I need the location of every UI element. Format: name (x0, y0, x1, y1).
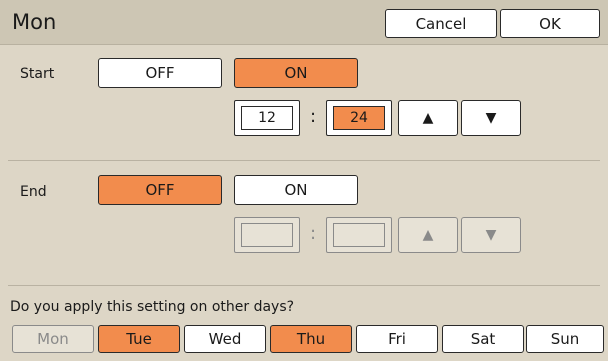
end-off-button[interactable]: OFF (98, 175, 222, 205)
cancel-button[interactable]: Cancel (385, 9, 497, 38)
end-hour-field (234, 217, 300, 253)
day-button-mon: Mon (12, 325, 94, 353)
section-divider (8, 160, 600, 161)
ok-button[interactable]: OK (500, 9, 600, 38)
end-down-button: ▼ (461, 217, 521, 253)
start-hour-field[interactable]: 12 (234, 100, 300, 136)
down-triangle-icon: ▼ (485, 110, 497, 126)
end-label: End (20, 184, 47, 200)
up-triangle-icon: ▲ (422, 227, 434, 243)
day-button-fri[interactable]: Fri (356, 325, 438, 353)
down-triangle-icon: ▼ (485, 227, 497, 243)
start-up-button[interactable]: ▲ (398, 100, 458, 136)
start-on-button[interactable]: ON (234, 58, 358, 88)
up-triangle-icon: ▲ (422, 110, 434, 126)
day-button-wed[interactable]: Wed (184, 325, 266, 353)
day-button-sun[interactable]: Sun (526, 325, 604, 353)
end-minute-value (333, 223, 385, 247)
start-minute-value: 24 (333, 106, 385, 130)
day-button-sat[interactable]: Sat (442, 325, 524, 353)
end-hour-value (241, 223, 293, 247)
section-divider (8, 285, 600, 286)
apply-question: Do you apply this setting on other days? (10, 299, 295, 315)
start-time-separator: : (310, 106, 317, 127)
dialog-title: Mon (12, 10, 57, 34)
start-hour-value: 12 (241, 106, 293, 130)
end-on-button[interactable]: ON (234, 175, 358, 205)
end-time-separator: : (310, 223, 317, 244)
start-down-button[interactable]: ▼ (461, 100, 521, 136)
start-label: Start (20, 66, 55, 82)
day-button-thu[interactable]: Thu (270, 325, 352, 353)
end-minute-field (326, 217, 392, 253)
start-minute-field[interactable]: 24 (326, 100, 392, 136)
start-off-button[interactable]: OFF (98, 58, 222, 88)
day-button-tue[interactable]: Tue (98, 325, 180, 353)
end-up-button: ▲ (398, 217, 458, 253)
